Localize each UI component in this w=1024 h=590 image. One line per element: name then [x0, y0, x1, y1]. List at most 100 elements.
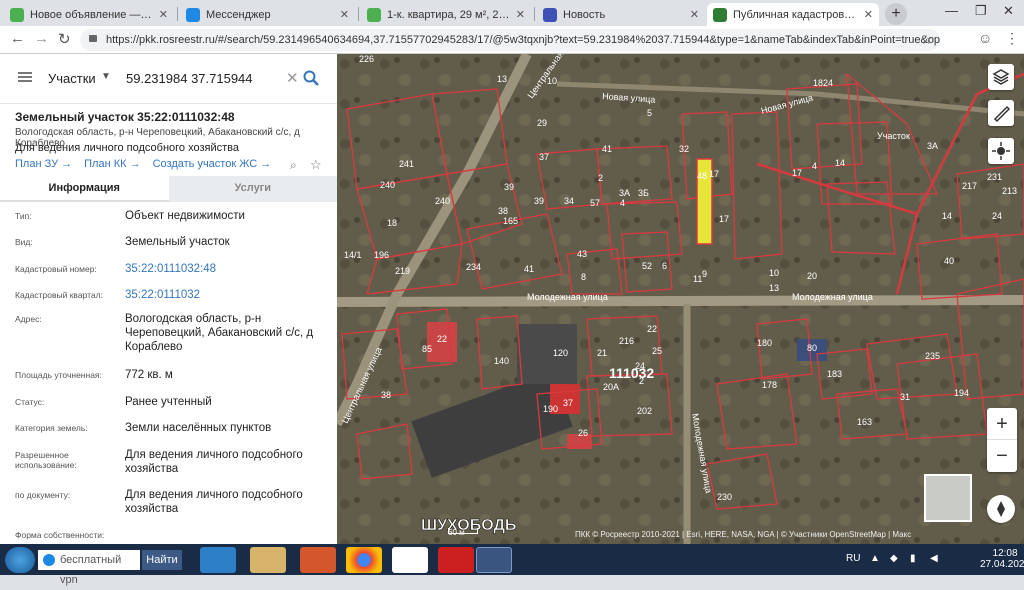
field-label: Статус:	[15, 397, 45, 407]
hamburger-menu-icon[interactable]	[18, 72, 32, 82]
chevron-down-icon[interactable]: ▼	[101, 71, 111, 82]
clear-icon[interactable]: ✕	[286, 69, 299, 87]
plan-zu-link[interactable]: План ЗУ →	[15, 158, 72, 170]
browser-tab-active[interactable]: Публичная кадастровая карта ✕	[707, 3, 879, 26]
browser-tab[interactable]: Новое объявление — Объяв ✕	[4, 3, 174, 26]
plan-kk-link[interactable]: План КК →	[84, 158, 140, 170]
field-label: Кадастровый номер:	[15, 264, 97, 274]
field-label: Тип:	[15, 211, 32, 221]
taskbar-clock[interactable]: 12:08 27.04.2021	[980, 548, 1024, 570]
browser-tab-bar: Новое объявление — Объяв ✕ Мессенджер ✕ …	[0, 0, 1024, 26]
plot-label: 39	[504, 182, 514, 192]
browser-tab[interactable]: Мессенджер ✕	[180, 3, 355, 26]
info-tabs: Информация Услуги	[0, 176, 337, 202]
cadastral-quarter-link[interactable]: 35:22:0111032	[125, 288, 325, 302]
field-value: 772 кв. м	[125, 369, 173, 381]
plot-label: 180	[757, 338, 772, 348]
minimize-icon[interactable]: —	[945, 3, 958, 18]
cadastral-map[interactable]: 226 13 10 29 1824 Участок 41 32 5 37 2 3…	[337, 54, 1024, 544]
plot-label: 234	[466, 262, 481, 272]
field-label: Адрес:	[15, 314, 42, 324]
search-icon[interactable]	[303, 70, 319, 86]
plot-label: 202	[637, 406, 652, 416]
close-icon[interactable]: ✕	[516, 8, 525, 21]
volume-icon[interactable]: ◀	[930, 553, 938, 564]
map-canvas[interactable]: 226 13 10 29 1824 Участок 41 32 5 37 2 3…	[337, 54, 1024, 544]
plot-label: 9	[702, 269, 707, 279]
ie-icon[interactable]	[200, 547, 236, 573]
plot-label: 52	[642, 261, 652, 271]
maximize-icon[interactable]: ❐	[975, 3, 987, 19]
tray-app-icon[interactable]: ◆	[890, 553, 898, 564]
plot-label: 31	[900, 392, 910, 402]
field-value: Земельный участок	[125, 236, 230, 248]
layers-button[interactable]	[988, 64, 1014, 90]
windows-taskbar: бесплатный vpn Найти RU ▲ ◆ ▮ ◀ 12:08 27…	[0, 544, 1024, 586]
quarter-label: 111032	[609, 365, 654, 381]
measure-button[interactable]	[988, 100, 1014, 126]
profile-avatar[interactable]: ☺	[978, 30, 992, 46]
close-icon[interactable]: ✕	[159, 8, 168, 21]
zoom-in-button[interactable]: +	[987, 408, 1017, 440]
plot-label: 80	[807, 343, 817, 353]
close-icon[interactable]: ✕	[340, 8, 349, 21]
field-label: Вид:	[15, 237, 33, 247]
plot-label: 39	[534, 196, 544, 206]
language-indicator[interactable]: RU	[846, 553, 860, 564]
tab-information[interactable]: Информация	[0, 176, 169, 202]
forward-icon[interactable]: →	[34, 30, 49, 47]
tab-services[interactable]: Услуги	[168, 176, 337, 202]
search-category-select[interactable]: Участки	[48, 71, 96, 86]
plot-label: 231	[987, 172, 1002, 182]
plot-label: 13	[497, 74, 507, 84]
plot-label: 38	[498, 206, 508, 216]
window-close-icon[interactable]: ✕	[1003, 3, 1014, 19]
cadastral-number-link[interactable]: 35:22:0111032:48	[125, 262, 325, 276]
chrome-active-icon[interactable]	[476, 547, 512, 573]
plot-label: 240	[435, 196, 450, 206]
field-label: Разрешенное использование:	[15, 450, 77, 470]
plot-label: 41	[524, 264, 534, 274]
zoom-out-button[interactable]: −	[987, 440, 1017, 472]
compass-button[interactable]	[987, 495, 1015, 523]
field-value: Объект недвижимости	[125, 210, 245, 222]
search-input[interactable]: 59.231984 37.715944	[126, 71, 253, 86]
basemap-switcher[interactable]	[924, 474, 972, 522]
opera-icon[interactable]	[438, 547, 474, 573]
browser-tab[interactable]: Новость ✕	[537, 3, 705, 26]
start-button[interactable]	[5, 547, 35, 573]
search-bar: Участки ▼ 59.231984 37.715944 ✕	[0, 54, 337, 104]
chrome-icon[interactable]	[346, 547, 382, 573]
menu-dots-icon[interactable]: ⋮	[1005, 30, 1019, 47]
yandex-icon[interactable]	[392, 547, 428, 573]
create-parcel-link[interactable]: Создать участок ЖС →	[153, 158, 272, 170]
tray-arrow-icon[interactable]: ▲	[870, 553, 880, 564]
plot-label: 2	[598, 173, 603, 183]
browser-tab[interactable]: 1-к. квартира, 29 м², 2/5 эт. в ✕	[361, 3, 531, 26]
bookmark-star-icon[interactable]: ☆	[920, 29, 932, 51]
media-player-icon[interactable]	[300, 547, 336, 573]
street-label: Молодежная улица	[527, 292, 608, 302]
url-field[interactable]: https://pkk.rosreestr.ru/#/search/59.231…	[80, 29, 940, 51]
locate-me-button[interactable]	[988, 138, 1014, 164]
new-tab-button[interactable]: +	[885, 3, 907, 25]
plot-label: 17	[709, 169, 719, 179]
plot-label: 3А	[927, 141, 938, 151]
close-icon[interactable]: ✕	[864, 8, 873, 21]
folder-icon[interactable]	[250, 547, 286, 573]
plot-label: 18	[387, 218, 397, 228]
plot-label: Участок	[877, 131, 910, 141]
reload-icon[interactable]: ↻	[58, 30, 71, 48]
compass-icon	[997, 501, 1005, 517]
network-icon[interactable]: ▮	[910, 553, 916, 564]
close-icon[interactable]: ✕	[690, 8, 699, 21]
favorite-star-icon[interactable]: ☆	[310, 157, 322, 173]
back-icon[interactable]: ←	[10, 30, 25, 47]
plot-label: 17	[792, 168, 802, 178]
plot-label: 22	[647, 324, 657, 334]
taskbar-search-button[interactable]: Найти	[142, 550, 182, 570]
taskbar-search-input[interactable]: бесплатный vpn	[38, 550, 140, 586]
field-value: Для ведения личного подсобного хозяйства	[125, 449, 303, 475]
plot-label: 14	[835, 158, 845, 168]
locate-icon[interactable]: ⌕	[290, 158, 297, 173]
